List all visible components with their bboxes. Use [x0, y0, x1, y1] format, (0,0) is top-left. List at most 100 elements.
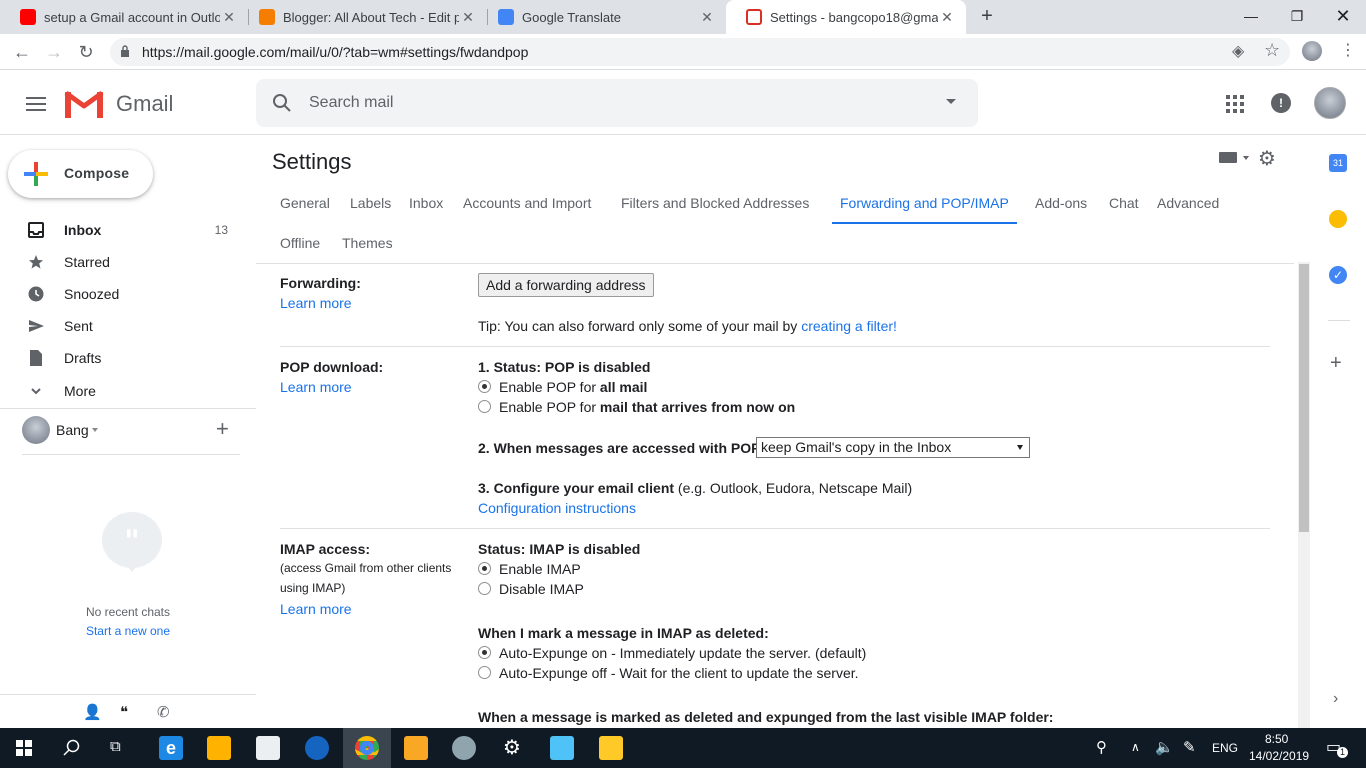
- kebab-menu-icon[interactable]: ⋮: [1340, 40, 1356, 60]
- tab-forwarding-and-pop-imap[interactable]: Forwarding and POP/IMAP: [832, 184, 1017, 224]
- notepad-app-icon[interactable]: [550, 736, 574, 760]
- auto-expunge-off-radio[interactable]: [478, 666, 491, 679]
- tab-accounts-and-import[interactable]: Accounts and Import: [455, 184, 599, 224]
- enable-pop-all-mail-label[interactable]: Enable POP for all mail: [499, 379, 647, 395]
- reload-icon[interactable]: ↻: [74, 40, 98, 64]
- compose-button[interactable]: Compose: [8, 150, 153, 198]
- start-new-chat-link[interactable]: Start a new one: [0, 624, 256, 638]
- close-tab-icon[interactable]: ✕: [459, 9, 477, 26]
- imap-learn-more-link[interactable]: Learn more: [280, 601, 352, 617]
- task-view-icon[interactable]: ⧉: [110, 738, 121, 755]
- tray-chevron-up-icon[interactable]: ∧: [1131, 740, 1140, 754]
- input-language[interactable]: ENG: [1212, 741, 1238, 755]
- clock-time[interactable]: 8:50: [1265, 732, 1288, 746]
- browser-tab-translate[interactable]: Google Translate ✕: [478, 0, 726, 34]
- tab-themes[interactable]: Themes: [334, 224, 401, 264]
- phone-icon[interactable]: ✆: [157, 703, 170, 721]
- paint-app-icon[interactable]: [452, 736, 476, 760]
- windows-start-icon[interactable]: [16, 740, 32, 756]
- user-caret-icon[interactable]: [92, 428, 98, 432]
- sidebar-item-starred[interactable]: Starred: [0, 246, 256, 278]
- tab-general[interactable]: General: [272, 184, 338, 224]
- sidebar-item-more[interactable]: More: [0, 375, 256, 407]
- back-arrow-icon[interactable]: ←: [10, 40, 34, 64]
- people-icon[interactable]: ⚲: [1096, 738, 1107, 756]
- outlook-app-icon[interactable]: [404, 736, 428, 760]
- auto-expunge-on-radio[interactable]: [478, 646, 491, 659]
- volume-icon[interactable]: 🔈: [1155, 738, 1174, 756]
- hangouts-chat-icon[interactable]: ❝: [120, 703, 128, 721]
- keep-icon[interactable]: [1329, 210, 1347, 228]
- chrome-browser-icon[interactable]: [355, 736, 379, 760]
- window-close-icon[interactable]: ✕: [1320, 0, 1366, 32]
- browser-tab-youtube[interactable]: setup a Gmail account in Outlook ✕: [0, 0, 248, 34]
- app-globe-icon[interactable]: [305, 736, 329, 760]
- settings-scrollbar-thumb[interactable]: [1299, 264, 1309, 532]
- sidebar-item-snoozed[interactable]: Snoozed: [0, 278, 256, 310]
- store-icon[interactable]: [207, 736, 231, 760]
- mail-app-icon[interactable]: [256, 736, 280, 760]
- auto-expunge-on-label[interactable]: Auto-Expunge on - Immediately update the…: [499, 645, 866, 661]
- enable-pop-from-now-label[interactable]: Enable POP for mail that arrives from no…: [499, 399, 795, 415]
- get-addons-plus-icon[interactable]: +: [1330, 352, 1342, 375]
- search-options-caret-icon[interactable]: [946, 99, 956, 104]
- auto-expunge-off-label[interactable]: Auto-Expunge off - Wait for the client t…: [499, 665, 859, 681]
- calendar-icon[interactable]: 31: [1329, 154, 1347, 172]
- enable-imap-radio[interactable]: [478, 562, 491, 575]
- account-avatar[interactable]: [1314, 87, 1346, 119]
- creating-filter-link[interactable]: creating a filter!: [801, 318, 897, 334]
- sidebar-item-sent[interactable]: Sent: [0, 310, 256, 342]
- enable-imap-label[interactable]: Enable IMAP: [499, 561, 581, 577]
- pop-learn-more-link[interactable]: Learn more: [280, 379, 352, 395]
- enable-pop-from-now-radio[interactable]: [478, 400, 491, 413]
- close-tab-icon[interactable]: ✕: [938, 9, 956, 26]
- address-bar[interactable]: https://mail.google.com/mail/u/0/?tab=wm…: [110, 38, 1290, 66]
- add-forwarding-address-button[interactable]: Add a forwarding address: [478, 273, 654, 297]
- forward-arrow-icon[interactable]: →: [42, 40, 66, 64]
- notifications-bell-icon[interactable]: !: [1271, 93, 1291, 113]
- edge-browser-icon[interactable]: e: [159, 736, 183, 760]
- configuration-instructions-link[interactable]: Configuration instructions: [478, 500, 636, 516]
- file-explorer-icon[interactable]: [599, 736, 623, 760]
- keyboard-icon[interactable]: [1219, 152, 1237, 163]
- pen-icon[interactable]: ✎: [1183, 738, 1196, 756]
- sidebar-item-inbox[interactable]: Inbox 13: [0, 214, 256, 246]
- pop-action-select[interactable]: keep Gmail's copy in the Inbox: [756, 437, 1030, 458]
- disable-imap-radio[interactable]: [478, 582, 491, 595]
- browser-tab-gmail-settings[interactable]: Settings - bangcopo18@gmail.com ✕: [726, 0, 966, 34]
- bookmark-star-icon[interactable]: ☆: [1264, 40, 1280, 61]
- disable-imap-label[interactable]: Disable IMAP: [499, 581, 584, 597]
- gmail-logo-icon[interactable]: [64, 89, 104, 119]
- tasks-icon[interactable]: ✓: [1329, 266, 1347, 284]
- search-bar[interactable]: Search mail: [256, 79, 978, 127]
- chevron-right-icon[interactable]: ›: [1333, 690, 1338, 708]
- extension-icon[interactable]: ◈: [1232, 41, 1244, 61]
- contacts-person-icon[interactable]: 👤: [83, 703, 102, 721]
- enable-pop-all-mail-radio[interactable]: [478, 380, 491, 393]
- main-menu-icon[interactable]: [26, 97, 46, 111]
- new-tab-icon[interactable]: +: [975, 4, 999, 28]
- hangouts-user[interactable]: Bang +: [22, 416, 242, 448]
- settings-app-gear-icon[interactable]: ⚙: [503, 735, 521, 760]
- close-tab-icon[interactable]: ✕: [220, 9, 238, 26]
- add-contact-icon[interactable]: +: [216, 416, 229, 442]
- taskbar-search-icon[interactable]: [63, 739, 81, 757]
- profile-avatar[interactable]: [1302, 41, 1322, 61]
- tab-advanced[interactable]: Advanced: [1149, 184, 1227, 224]
- tab-labels[interactable]: Labels: [342, 184, 399, 224]
- tab-inbox[interactable]: Inbox: [401, 184, 451, 224]
- keyboard-caret-icon[interactable]: [1243, 156, 1249, 160]
- gear-icon[interactable]: ⚙: [1258, 146, 1276, 171]
- forwarding-learn-more-link[interactable]: Learn more: [280, 295, 352, 311]
- sidebar-item-drafts[interactable]: Drafts: [0, 342, 256, 374]
- browser-tab-blogger[interactable]: Blogger: All About Tech - Edit post ✕: [239, 0, 487, 34]
- maximize-icon[interactable]: ❐: [1274, 0, 1320, 32]
- tab-offline[interactable]: Offline: [272, 224, 328, 264]
- close-tab-icon[interactable]: ✕: [698, 9, 716, 26]
- tab-add-ons[interactable]: Add-ons: [1027, 184, 1095, 224]
- google-apps-icon[interactable]: [1226, 95, 1244, 113]
- search-icon[interactable]: [272, 93, 292, 113]
- clock-date[interactable]: 14/02/2019: [1249, 749, 1309, 763]
- search-input[interactable]: Search mail: [309, 94, 393, 112]
- tab-chat[interactable]: Chat: [1101, 184, 1147, 224]
